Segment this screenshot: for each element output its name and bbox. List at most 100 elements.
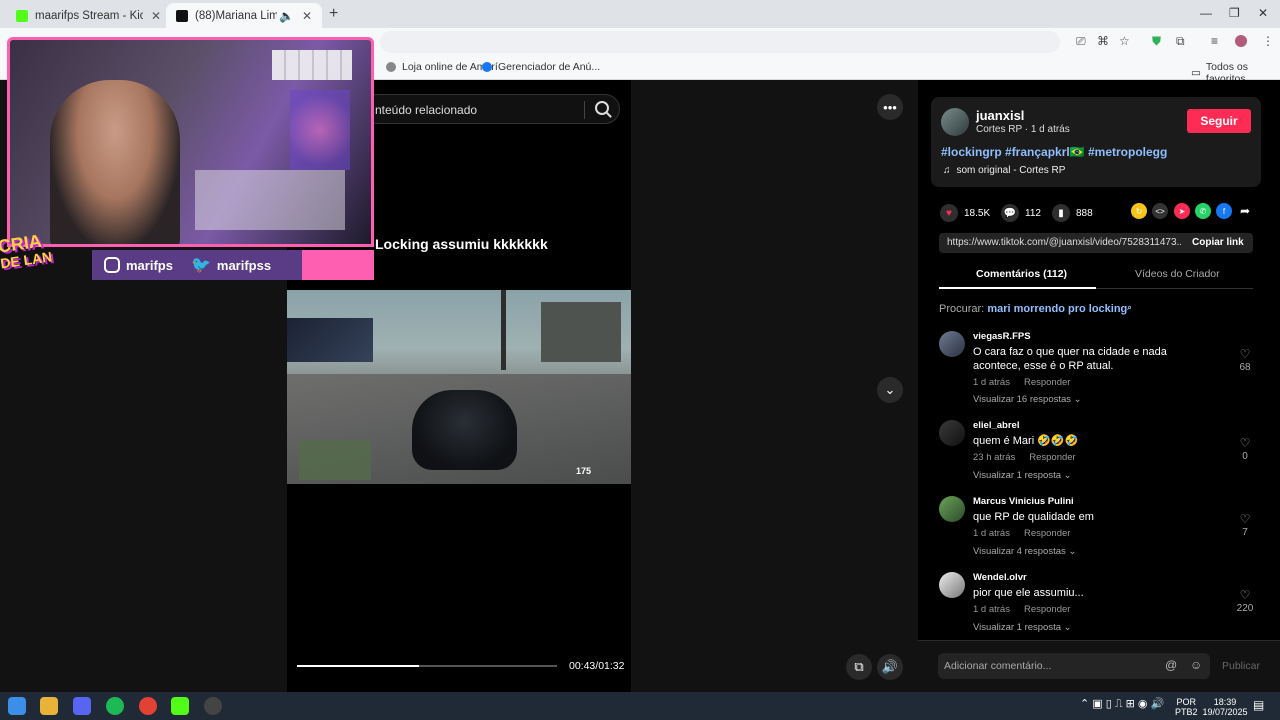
obs-icon[interactable]	[204, 697, 222, 715]
video-scene	[501, 290, 506, 370]
video-player[interactable]: 175	[287, 290, 631, 484]
view-replies-button[interactable]: Visualizar 1 resposta ⌄	[973, 470, 1072, 481]
embed-icon[interactable]: <>	[1152, 203, 1168, 219]
comment-user[interactable]: Wendel.olvr	[973, 572, 1027, 583]
twitter-handle: marifpss	[216, 257, 272, 273]
commenter-avatar[interactable]	[939, 420, 965, 446]
video-link[interactable]: https://www.tiktok.com/@juanxisl/video/7…	[947, 237, 1181, 248]
clock[interactable]: 18:39 19/07/2025	[1200, 697, 1250, 717]
minimize-icon[interactable]: —	[1200, 6, 1212, 20]
tab-tiktok-profile[interactable]: (88)Mariana Lima (@maarifps) 🔈 ✕	[166, 3, 322, 28]
heart-icon[interactable]: ♡	[1239, 513, 1251, 525]
comment-text: O cara faz o que quer na cidade e nada a…	[973, 346, 1167, 372]
chrome-icon[interactable]	[139, 697, 157, 715]
creator-username[interactable]: juanxisl	[976, 108, 1024, 123]
restore-icon[interactable]: ❐	[1229, 6, 1240, 20]
music-info[interactable]: ♫ som original - Cortes RP	[943, 165, 1065, 176]
send-icon[interactable]: ➤	[1174, 203, 1190, 219]
star-icon[interactable]: ☆	[1119, 34, 1130, 48]
bookmark-gerenciador[interactable]: Gerenciador de Anú...	[482, 61, 600, 73]
copy-link-button[interactable]: Copiar link	[1192, 237, 1244, 248]
facebook-icon[interactable]: f	[1216, 203, 1232, 219]
extensions-icon[interactable]: ⧉	[1176, 34, 1185, 49]
search-suggestion[interactable]: Procurar: mari morrendo pro locking⌕	[939, 303, 1132, 315]
shelf	[195, 170, 345, 230]
reply-button[interactable]: Responder	[1024, 377, 1070, 388]
shield-icon[interactable]: ⛊	[1152, 34, 1161, 49]
input-language[interactable]: POR PTB2	[1175, 697, 1198, 717]
share-arrow-icon[interactable]: ➦	[1237, 203, 1253, 219]
whatsapp-icon[interactable]: ✆	[1195, 203, 1211, 219]
tab-comments[interactable]: Comentários (112)	[976, 268, 1067, 280]
notification-icon[interactable]: ▤	[1253, 699, 1264, 711]
close-tab-icon[interactable]: ✕	[151, 9, 161, 23]
creator-avatar[interactable]	[941, 108, 969, 136]
reply-button[interactable]: Responder	[1029, 452, 1075, 463]
overlay-accent	[302, 250, 374, 280]
heart-icon: ♥	[940, 204, 958, 222]
heart-icon[interactable]: ♡	[1239, 437, 1251, 449]
tab-creator-videos[interactable]: Vídeos do Criador	[1135, 268, 1220, 280]
tab-title: (88)Mariana Lima (@maarifps)	[195, 9, 277, 22]
floating-player-icon[interactable]: ⧉	[846, 654, 872, 680]
bookmark-loja[interactable]: Loja online de Amarí	[386, 61, 498, 73]
cast-icon[interactable]: ⎚	[1076, 34, 1086, 49]
commenter-avatar[interactable]	[939, 496, 965, 522]
translate-icon[interactable]: ⌘	[1097, 34, 1109, 48]
creator-subtitle: Cortes RP · 1 d atrás	[976, 124, 1070, 135]
car	[412, 390, 517, 470]
view-replies-button[interactable]: Visualizar 16 respostas ⌄	[973, 394, 1082, 405]
menu-icon[interactable]: ⋮	[1262, 34, 1274, 48]
tray-icons[interactable]: ⌃ ▣ ▯ ⎍ ⊞ ◉ 🔊	[1080, 699, 1164, 710]
repost-icon[interactable]: ↻	[1131, 203, 1147, 219]
media-control-icon[interactable]: ≡	[1211, 34, 1218, 48]
discord-icon[interactable]	[73, 697, 91, 715]
comment-user[interactable]: viegasR.FPS	[973, 331, 1031, 342]
comment-count: 112	[1025, 207, 1041, 219]
search-icon[interactable]	[595, 101, 609, 115]
language-code: POR	[1176, 697, 1197, 707]
heart-icon[interactable]: ♡	[1239, 589, 1251, 601]
view-replies-button[interactable]: Visualizar 1 resposta ⌄	[973, 622, 1072, 633]
comment-user[interactable]: Marcus Vinicius Pulini	[973, 496, 1074, 507]
related-content-search[interactable]: nteúdo relacionado	[362, 94, 620, 124]
start-icon[interactable]	[8, 697, 26, 715]
reply-button[interactable]: Responder	[1024, 528, 1070, 539]
tab-kick-dashboard[interactable]: maarifps Stream - Kick Dashboard ✕	[6, 3, 171, 28]
tiktok-favicon-icon	[176, 9, 188, 22]
reply-button[interactable]: Responder	[1024, 604, 1070, 615]
instagram-handle: marifps	[126, 257, 173, 273]
more-options-button[interactable]: •••	[877, 94, 903, 120]
clock-time: 18:39	[1213, 697, 1237, 707]
profile-avatar[interactable]	[1235, 35, 1247, 47]
search-input-text: nteúdo relacionado	[375, 103, 478, 117]
comment-button[interactable]: 💬 112	[1001, 204, 1041, 222]
address-bar[interactable]	[380, 31, 1060, 53]
close-window-icon[interactable]: ✕	[1258, 6, 1268, 20]
commenter-avatar[interactable]	[939, 572, 965, 598]
publish-button[interactable]: Publicar	[1222, 660, 1260, 672]
video-caption: Locking assumiu kkkkkkk	[375, 236, 548, 252]
new-tab-button[interactable]: +	[329, 5, 338, 23]
emoji-icon[interactable]: ☺	[1190, 658, 1202, 672]
commenter-avatar[interactable]	[939, 331, 965, 357]
file-explorer-icon[interactable]	[40, 697, 58, 715]
like-button[interactable]: ♥ 18.5K	[940, 204, 990, 222]
save-count: 888	[1076, 207, 1093, 219]
view-replies-button[interactable]: Visualizar 4 respostas ⌄	[973, 546, 1076, 557]
heart-icon[interactable]: ♡	[1239, 348, 1251, 360]
clock-date: 19/07/2025	[1202, 707, 1248, 717]
next-video-button[interactable]: ⌄	[877, 377, 903, 403]
kick-icon[interactable]	[171, 697, 189, 715]
progress-bar[interactable]	[297, 665, 557, 667]
mention-icon[interactable]: @	[1165, 658, 1177, 672]
close-tab-icon[interactable]: ✕	[302, 9, 312, 23]
follow-button[interactable]: Seguir	[1187, 109, 1251, 133]
comment-user[interactable]: eliel_abrel	[973, 420, 1019, 431]
comment-time: 1 d atrás	[973, 528, 1010, 539]
volume-icon[interactable]: 🔊	[877, 654, 903, 680]
save-button[interactable]: ▮ 888	[1052, 204, 1093, 222]
hashtags[interactable]: #lockingrp #françapkrl🇧🇷 #metropolegg	[941, 145, 1167, 159]
spotify-icon[interactable]	[106, 697, 124, 715]
speaker-icon[interactable]: 🔈	[279, 9, 294, 23]
